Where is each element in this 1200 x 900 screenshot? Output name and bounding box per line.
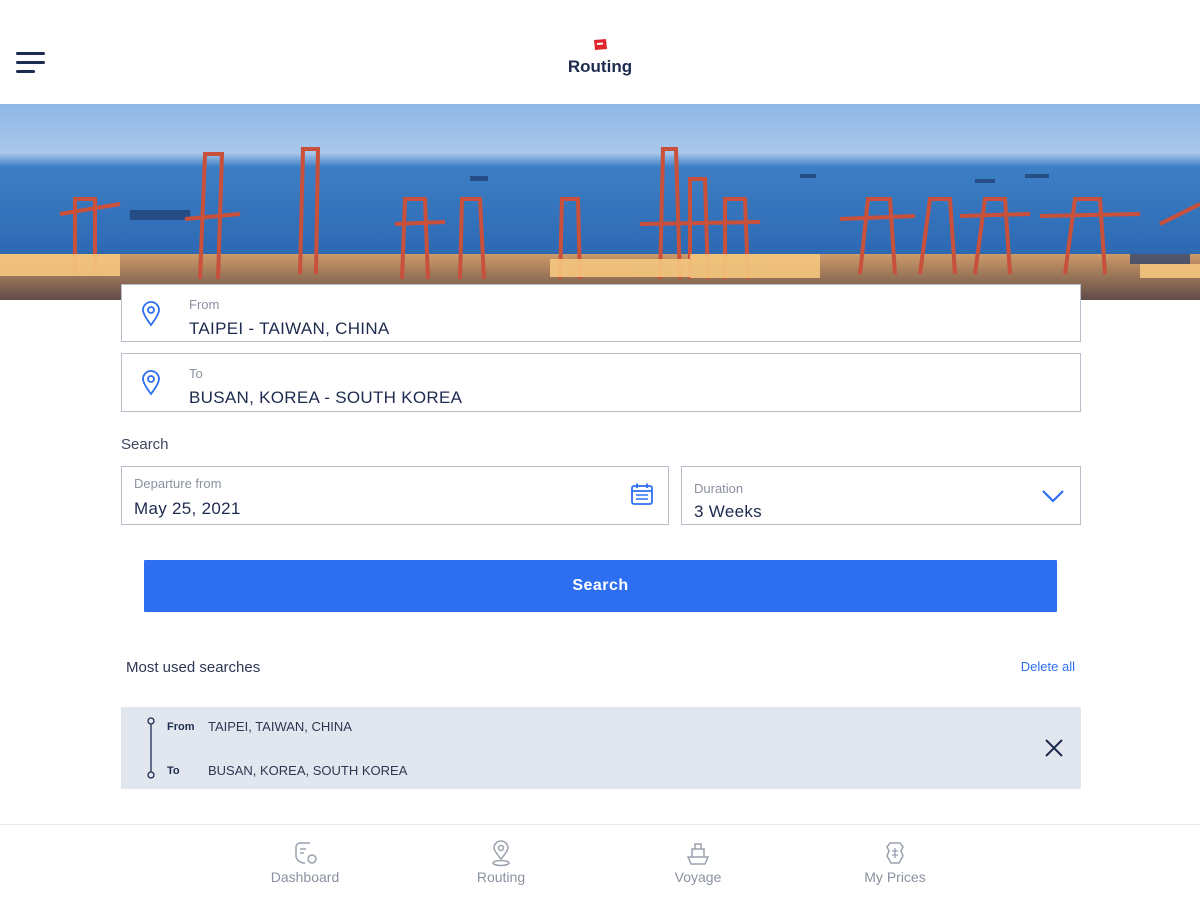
voyage-ship-icon — [686, 843, 710, 865]
to-label: To — [189, 366, 203, 381]
departure-date-field[interactable]: Departure from May 25, 2021 — [121, 466, 669, 525]
nav-voyage[interactable]: Voyage — [638, 825, 758, 900]
hamburger-menu-icon[interactable] — [16, 52, 46, 76]
prices-icon — [886, 842, 904, 864]
duration-label: Duration — [694, 481, 744, 496]
chevron-down-icon — [1042, 490, 1064, 503]
from-value: TAIPEI - TAIWAN, CHINA — [189, 319, 390, 338]
route-line-icon — [147, 717, 155, 779]
calendar-icon[interactable] — [630, 482, 654, 506]
nav-my-prices[interactable]: My Prices — [835, 825, 955, 900]
search-button[interactable]: Search — [144, 560, 1057, 612]
from-location-field[interactable]: From TAIPEI - TAIWAN, CHINA — [121, 284, 1081, 342]
search-section-label: Search — [121, 436, 169, 453]
recent-search-item[interactable]: From TAIPEI, TAIWAN, CHINA To BUSAN, KOR… — [121, 707, 1081, 789]
recent-from-value: TAIPEI, TAIWAN, CHINA — [208, 719, 352, 734]
bottom-navigation: Dashboard Routing Voyage My Prices — [0, 824, 1200, 900]
delete-all-link[interactable]: Delete all — [960, 659, 1075, 674]
port-banner-image — [0, 104, 1200, 300]
nav-routing-label: Routing — [476, 869, 526, 885]
nav-dashboard[interactable]: Dashboard — [245, 825, 365, 900]
routing-pin-icon — [492, 840, 510, 867]
location-pin-icon — [142, 301, 160, 327]
departure-label: Departure from — [134, 476, 222, 491]
location-pin-icon — [142, 370, 160, 396]
to-location-field[interactable]: To BUSAN, KOREA - SOUTH KOREA — [121, 353, 1081, 412]
close-icon[interactable] — [1043, 737, 1065, 759]
duration-value: 3 Weeks — [694, 502, 762, 521]
nav-routing[interactable]: Routing — [441, 825, 561, 900]
from-label: From — [189, 297, 220, 312]
nav-dashboard-label: Dashboard — [270, 869, 340, 885]
duration-select[interactable]: Duration 3 Weeks — [681, 466, 1081, 525]
most-used-searches-title: Most used searches — [126, 659, 261, 676]
to-value: BUSAN, KOREA - SOUTH KOREA — [189, 388, 463, 407]
nav-voyage-label: Voyage — [674, 869, 722, 885]
recent-from-tag: From — [167, 721, 195, 733]
dashboard-icon — [295, 842, 317, 864]
app-header: Routing — [0, 0, 1200, 104]
brand-logo-icon — [594, 39, 607, 50]
page-title: Routing — [567, 57, 633, 76]
nav-my-prices-label: My Prices — [864, 869, 926, 885]
departure-value: May 25, 2021 — [134, 499, 241, 518]
recent-to-value: BUSAN, KOREA, SOUTH KOREA — [208, 763, 408, 778]
recent-to-tag: To — [167, 765, 180, 777]
